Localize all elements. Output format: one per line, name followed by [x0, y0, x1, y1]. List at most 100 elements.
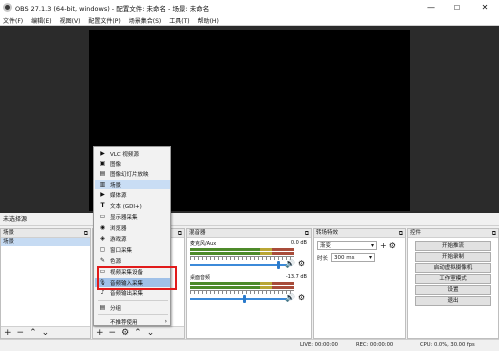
menu-view[interactable]: 视图(V)	[60, 16, 81, 25]
remove-source-icon[interactable]: −	[109, 328, 117, 338]
menu-item-label: 色源	[110, 258, 122, 265]
add-scene-icon[interactable]: +	[4, 328, 12, 338]
highlight-annotation-box	[97, 266, 177, 290]
group-icon: ▤	[99, 304, 106, 311]
float-dock-icon[interactable]: ⧉	[305, 229, 309, 238]
close-button[interactable]: ✕	[472, 0, 498, 15]
menu-item-slideshow[interactable]: ▤ 图像幻灯片放映	[95, 169, 170, 178]
scenes-dock-title: 场景	[3, 230, 15, 236]
scene-list-item[interactable]: 场景	[1, 238, 90, 246]
scene-icon: ▥	[99, 181, 106, 188]
channel-settings-gear-icon[interactable]: ⚙	[298, 259, 305, 268]
minimize-button[interactable]: —	[418, 0, 444, 15]
meter-scale	[190, 256, 294, 260]
duration-label: 时长	[317, 255, 329, 262]
volume-slider-handle[interactable]	[243, 295, 246, 303]
move-up-icon[interactable]: ⌃	[29, 328, 37, 338]
mixer-dock: 混音器 ⧉ 麦克风/Aux 0.0 dB 🔊 ⚙ 桌面音频 -13.7 dB 🔊…	[186, 228, 312, 339]
scenes-dock-header: 场景 ⧉	[1, 229, 90, 238]
mixer-dock-header: 混音器 ⧉	[187, 229, 311, 238]
channel-settings-gear-icon[interactable]: ⚙	[298, 293, 305, 302]
menu-profile[interactable]: 配置文件(P)	[88, 16, 120, 25]
meter-scale	[190, 290, 294, 294]
speaker-mute-icon[interactable]: 🔊	[285, 293, 295, 302]
menu-bar: 文件(F) 编辑(E) 视图(V) 配置文件(P) 场景集合(S) 工具(T) …	[0, 15, 499, 26]
speaker-mute-icon[interactable]: 🔊	[285, 259, 295, 268]
obs-logo-icon	[3, 3, 12, 12]
menu-item-scene[interactable]: ▥ 场景	[95, 180, 170, 189]
menu-help[interactable]: 帮助(H)	[198, 16, 219, 25]
channel-db: 0.0 dB	[290, 240, 307, 246]
volume-slider-handle[interactable]	[277, 261, 280, 269]
start-virtual-camera-button[interactable]: 启动虚拟摄像机	[415, 263, 491, 273]
move-up-icon[interactable]: ⌃	[134, 328, 142, 338]
menu-item-game-capture[interactable]: ◈ 游戏源	[95, 234, 170, 243]
source-settings-gear-icon[interactable]: ⚙	[121, 328, 129, 338]
menu-item-browser[interactable]: ◉ 浏览器	[95, 223, 170, 232]
add-source-icon[interactable]: +	[96, 328, 104, 338]
controls-dock: 控件 ⧉ 开始推流 开始录制 启动虚拟摄像机 工作室模式 设置 退出	[407, 228, 499, 339]
menu-scene-collection[interactable]: 场景集合(S)	[129, 16, 162, 25]
move-down-icon[interactable]: ⌄	[42, 328, 50, 338]
studio-mode-button[interactable]: 工作室模式	[415, 274, 491, 284]
sources-toolbar: + − ⚙ ⌃ ⌄	[93, 326, 184, 338]
exit-button[interactable]: 退出	[415, 296, 491, 306]
controls-dock-title: 控件	[410, 230, 422, 236]
duration-input[interactable]: 300 ms	[331, 253, 376, 262]
float-dock-icon[interactable]: ⧉	[178, 229, 182, 238]
globe-icon: ◉	[99, 224, 106, 231]
float-dock-icon[interactable]: ⧉	[84, 229, 88, 238]
move-down-icon[interactable]: ⌄	[147, 328, 155, 338]
volume-slider[interactable]	[190, 264, 290, 266]
menu-item-deprecated[interactable]: 不推荐使用 ›	[95, 317, 170, 326]
menu-file[interactable]: 文件(F)	[3, 16, 23, 25]
menu-item-label: 分组	[110, 305, 122, 312]
media-icon: ▶	[100, 191, 105, 198]
float-dock-icon[interactable]: ⧉	[399, 229, 403, 238]
submenu-arrow-icon: ›	[164, 318, 167, 325]
transitions-dock-title: 转场特效	[316, 230, 339, 236]
menu-tools[interactable]: 工具(T)	[169, 16, 189, 25]
live-timer: LIVE: 00:00:00	[300, 342, 338, 348]
play-icon: ▶	[100, 150, 105, 157]
preview-area	[0, 27, 499, 213]
menu-item-window-capture[interactable]: ▢ 窗口采集	[95, 245, 170, 254]
text-icon: T	[100, 202, 105, 209]
settings-button[interactable]: 设置	[415, 285, 491, 295]
menu-item-group[interactable]: ▤ 分组	[95, 303, 170, 312]
mixer-channel-desktop: 桌面音频 -13.7 dB 🔊 ⚙	[187, 272, 311, 306]
menu-item-label: 文本 (GDI+)	[110, 203, 142, 210]
menu-item-label: 媒体源	[110, 192, 127, 199]
transition-settings-gear-icon[interactable]: ⚙	[389, 241, 396, 250]
volume-meter	[190, 286, 294, 289]
menu-item-display-capture[interactable]: ▭ 显示器采集	[95, 212, 170, 221]
menu-item-media[interactable]: ▶ 媒体源	[95, 190, 170, 199]
source-status-label: 未选择源	[0, 213, 499, 226]
menu-item-text[interactable]: T 文本 (GDI+)	[95, 201, 170, 210]
start-streaming-button[interactable]: 开始推流	[415, 241, 491, 251]
speaker-icon: ♪	[100, 289, 105, 296]
channel-db: -13.7 dB	[285, 274, 307, 280]
maximize-button[interactable]: ☐	[444, 0, 470, 15]
add-transition-icon[interactable]: +	[380, 241, 387, 250]
transition-type-select[interactable]: 渐变	[317, 241, 377, 250]
remove-scene-icon[interactable]: −	[17, 328, 25, 338]
title-bar: OBS 27.1.3 (64-bit, windows) - 配置文件: 未命名…	[0, 0, 499, 15]
float-dock-icon[interactable]: ⧉	[492, 229, 496, 238]
volume-meter	[190, 282, 294, 285]
cpu-fps: CPU: 0.0%, 30.00 fps	[420, 342, 475, 348]
menu-item-color-source[interactable]: ✎ 色源	[95, 256, 170, 265]
menu-item-image[interactable]: ▣ 图像	[95, 159, 170, 168]
slideshow-icon: ▤	[99, 170, 106, 177]
menu-item-vlc[interactable]: ▶ VLC 视频源	[95, 149, 170, 158]
rec-timer: REC: 00:00:00	[356, 342, 394, 348]
volume-meter	[190, 248, 294, 251]
color-icon: ✎	[99, 257, 106, 264]
volume-slider[interactable]	[190, 298, 290, 300]
start-recording-button[interactable]: 开始录制	[415, 252, 491, 262]
monitor-icon: ▭	[99, 213, 106, 220]
gamepad-icon: ◈	[100, 235, 105, 242]
menu-edit[interactable]: 编辑(E)	[31, 16, 51, 25]
window-icon: ▢	[99, 246, 106, 253]
transitions-dock: 转场特效 ⧉ 渐变 + ⚙ 时长 300 ms	[313, 228, 406, 339]
